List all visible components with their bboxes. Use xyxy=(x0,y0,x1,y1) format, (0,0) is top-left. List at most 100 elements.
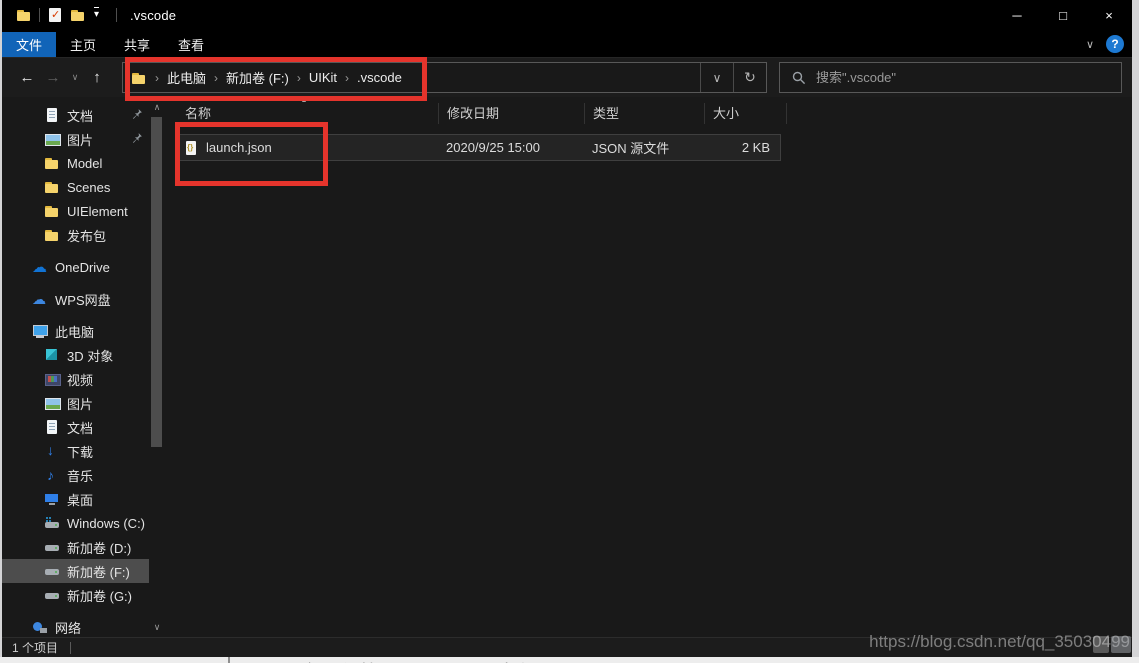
title-bar: .vscode ─ □ × xyxy=(2,0,1132,30)
breadcrumb-item[interactable]: 此电脑 xyxy=(167,68,206,87)
sidebar-item-pictures[interactable]: 图片 xyxy=(2,391,149,415)
pin-icon xyxy=(131,108,143,123)
sidebar-item-label: 新加卷 (F:) xyxy=(67,564,130,580)
breadcrumb-separator-icon: › xyxy=(345,70,350,85)
sidebar-item-volume-d[interactable]: 新加卷 (D:) xyxy=(2,535,149,559)
sidebar-item-label: 音乐 xyxy=(67,468,94,484)
scroll-down-icon[interactable]: ∨ xyxy=(149,619,165,635)
sidebar-item-volume-f[interactable]: 新加卷 (F:) xyxy=(2,559,149,583)
sidebar-item-this-pc[interactable]: 此电脑 xyxy=(2,319,149,343)
sidebar-item-label: OneDrive xyxy=(55,259,110,275)
watermark-text: https://blog.csdn.net/qq_35030499 xyxy=(869,632,1130,651)
sidebar-item-music[interactable]: 音乐 xyxy=(2,463,149,487)
wps-cloud-icon xyxy=(32,291,48,308)
sidebar-item-network[interactable]: 网络 xyxy=(2,615,149,637)
sidebar-item-label: 3D 对象 xyxy=(67,348,114,364)
column-header-name[interactable]: 名称 xyxy=(177,103,439,124)
sidebar-item-release-package[interactable]: 发布包 xyxy=(2,223,149,247)
breadcrumb-separator-icon: › xyxy=(214,70,219,85)
drive-icon xyxy=(44,587,60,603)
json-file-icon xyxy=(183,140,199,156)
file-name: launch.json xyxy=(206,140,272,155)
windows-drive-icon xyxy=(44,515,60,531)
sidebar-item-downloads[interactable]: 下载 xyxy=(2,439,149,463)
sidebar-item-scenes[interactable]: Scenes xyxy=(2,175,149,199)
sidebar-item-windows-c[interactable]: Windows (C:) xyxy=(2,511,149,535)
sidebar-item-label: WPS网盘 xyxy=(55,292,111,308)
computer-icon xyxy=(32,323,48,339)
column-header-type[interactable]: 类型 xyxy=(585,103,705,124)
sidebar-item-volume-g[interactable]: 新加卷 (G:) xyxy=(2,583,149,607)
sidebar-item-desktop[interactable]: 桌面 xyxy=(2,487,149,511)
scrollbar-thumb[interactable] xyxy=(151,117,162,447)
pin-icon xyxy=(131,132,143,147)
column-header-date[interactable]: 修改日期 xyxy=(439,103,585,124)
back-icon[interactable]: ← xyxy=(14,69,40,86)
column-header-size[interactable]: 大小 xyxy=(705,103,787,124)
network-icon xyxy=(32,619,48,635)
folder-icon xyxy=(44,203,60,219)
sidebar-item-pictures-quick[interactable]: 图片 xyxy=(2,127,149,151)
minimize-button[interactable]: ─ xyxy=(994,0,1040,30)
sidebar-item-3d-objects[interactable]: 3D 对象 xyxy=(2,343,149,367)
page-below-window: 4：删除工程的launch.json文件 xyxy=(0,657,1139,663)
breadcrumb-item[interactable]: UIKit xyxy=(309,70,337,85)
sidebar-item-model[interactable]: Model xyxy=(2,151,149,175)
tab-view[interactable]: 查看 xyxy=(164,32,218,57)
sidebar-item-videos[interactable]: 视频 xyxy=(2,367,149,391)
breadcrumb-item[interactable]: 新加卷 (F:) xyxy=(226,68,289,87)
tab-home[interactable]: 主页 xyxy=(56,32,110,57)
tab-file[interactable]: 文件 xyxy=(2,32,57,57)
new-folder-icon[interactable] xyxy=(70,7,86,23)
sidebar-item-label: 图片 xyxy=(67,396,94,412)
ribbon-collapse-icon[interactable]: ∨ xyxy=(1086,38,1094,51)
sidebar-item-label: Windows (C:) xyxy=(67,515,146,531)
drive-icon xyxy=(44,563,60,579)
sidebar-item-label: 网络 xyxy=(55,620,82,636)
maximize-button[interactable]: □ xyxy=(1040,0,1086,30)
scroll-up-icon[interactable]: ∧ xyxy=(149,99,165,115)
up-icon[interactable]: ↑ xyxy=(84,69,110,86)
sidebar-item-label: 文档 xyxy=(67,420,94,436)
column-headers: ▴ 名称 修改日期 类型 大小 xyxy=(177,95,1132,127)
customize-toolbar-icon[interactable] xyxy=(93,7,109,23)
video-icon xyxy=(44,371,61,387)
sidebar-item-documents[interactable]: 文档 xyxy=(2,415,149,439)
download-icon xyxy=(44,442,60,459)
address-dropdown-icon[interactable]: ∨ xyxy=(700,63,733,92)
breadcrumb-separator-icon: › xyxy=(296,70,301,85)
forward-icon[interactable]: → xyxy=(40,69,66,86)
sidebar-item-label: 下载 xyxy=(67,444,94,460)
sidebar-scrollbar[interactable]: ∧ ∨ xyxy=(149,97,165,637)
toolbar-separator xyxy=(116,8,117,22)
sidebar-item-wps-cloud[interactable]: WPS网盘 xyxy=(2,287,149,311)
help-icon[interactable]: ? xyxy=(1106,35,1124,53)
page: .vscode ─ □ × 文件 主页 共享 查看 ∨ ? ← → ∨ ↑ xyxy=(0,0,1139,663)
sidebar-item-uielement[interactable]: UIElement xyxy=(2,199,149,223)
sidebar-item-documents-quick[interactable]: 文档 xyxy=(2,103,149,127)
recent-locations-icon[interactable]: ∨ xyxy=(66,72,84,83)
sidebar-item-label: 新加卷 (G:) xyxy=(67,588,132,604)
close-button[interactable]: × xyxy=(1086,0,1132,30)
properties-icon[interactable] xyxy=(47,7,63,23)
address-bar[interactable]: › 此电脑 › 新加卷 (F:) › UIKit › .vscode ∨ ↻ xyxy=(122,62,767,93)
breadcrumb-item[interactable]: .vscode xyxy=(357,70,402,85)
toolbar-separator xyxy=(39,8,40,22)
folder-icon xyxy=(44,227,60,243)
sort-ascending-icon: ▴ xyxy=(302,95,307,104)
document-icon xyxy=(44,107,60,123)
search-input[interactable] xyxy=(816,70,1086,85)
tab-share[interactable]: 共享 xyxy=(110,32,164,57)
sidebar-item-label: 新加卷 (D:) xyxy=(67,540,132,556)
sidebar-item-label: 图片 xyxy=(67,132,94,148)
file-row[interactable]: launch.json 2020/9/25 15:00 JSON 源文件 2 KB xyxy=(177,134,781,161)
item-count: 1 个项目 xyxy=(12,641,59,655)
document-icon xyxy=(44,419,60,435)
watermark-overlay-box xyxy=(1093,636,1109,653)
refresh-icon[interactable]: ↻ xyxy=(733,63,766,92)
sidebar-item-label: Scenes xyxy=(67,179,111,195)
desktop-icon xyxy=(44,491,60,507)
sidebar-item-onedrive[interactable]: OneDrive xyxy=(2,255,149,279)
status-divider xyxy=(70,641,72,654)
music-icon xyxy=(44,467,60,483)
